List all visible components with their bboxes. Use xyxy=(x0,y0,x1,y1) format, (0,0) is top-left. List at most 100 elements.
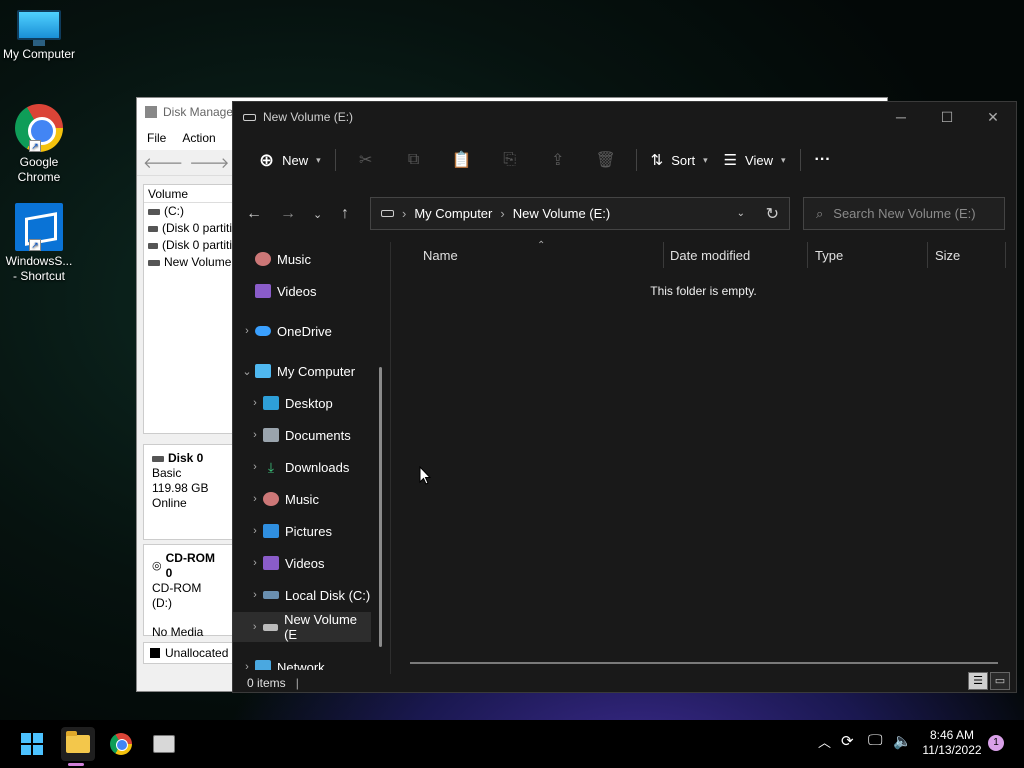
volume-icon[interactable]: 🔈 xyxy=(893,732,912,750)
recent-locations-button[interactable]: ⌄ xyxy=(313,208,322,221)
navigation-scrollbar[interactable] xyxy=(379,367,382,647)
drive-icon xyxy=(148,259,160,266)
column-date-modified[interactable]: Date modified xyxy=(670,248,750,263)
window-controls: ─ ☐ ✕ xyxy=(878,102,1016,132)
nav-item-pictures[interactable]: › Pictures xyxy=(233,516,381,546)
unallocated-swatch xyxy=(150,648,160,658)
rename-icon[interactable]: ⎘ xyxy=(486,151,534,169)
taskbar-file-explorer[interactable] xyxy=(61,727,95,761)
volume-row[interactable]: (C:) xyxy=(144,203,232,220)
chevron-right-icon[interactable]: › xyxy=(247,621,263,633)
chevron-right-icon[interactable]: › xyxy=(247,557,263,569)
show-hidden-icons-icon[interactable]: ︿ xyxy=(818,732,831,751)
nav-item-videos[interactable]: › Videos xyxy=(233,548,381,578)
start-button[interactable] xyxy=(17,729,47,759)
volume-row[interactable]: New Volume xyxy=(144,254,232,271)
disk-management-icon xyxy=(153,735,175,753)
volume-row[interactable]: (Disk 0 partiti xyxy=(144,237,232,254)
chevron-right-icon[interactable]: › xyxy=(247,429,263,441)
address-dropdown-icon[interactable]: ⌄ xyxy=(737,208,745,219)
new-button[interactable]: ⊕ New ▾ xyxy=(251,146,329,174)
chevron-right-icon[interactable]: › xyxy=(247,461,263,473)
close-button[interactable]: ✕ xyxy=(970,102,1016,132)
shortcut-arrow-icon: ↗ xyxy=(29,140,41,152)
forward-button[interactable]: → xyxy=(280,205,296,223)
file-explorer-window[interactable]: New Volume (E:) ─ ☐ ✕ ⊕ New ▾ ✂ ⧉ 📋 ⎘ ⇪ … xyxy=(232,101,1017,693)
search-icon: ⌕ xyxy=(816,205,824,221)
chevron-right-icon[interactable]: › xyxy=(247,493,263,505)
back-button[interactable]: ← xyxy=(246,205,262,223)
cdrom0-info[interactable]: ◎ CD-ROM 0 CD-ROM (D:) No Media xyxy=(143,544,233,639)
navigation-pane[interactable]: Music Videos › OneDrive ⌄ My Computer › … xyxy=(233,242,385,670)
nav-item-onedrive[interactable]: › OneDrive xyxy=(233,316,381,346)
column-size[interactable]: Size xyxy=(935,248,960,263)
sort-button[interactable]: ⇅ Sort ▾ xyxy=(643,145,716,175)
desktop-icon-windows-sandbox[interactable]: ↗ WindowsS... - Shortcut xyxy=(1,203,77,284)
delete-icon[interactable]: 🗑 xyxy=(582,150,630,170)
nav-item-new-volume-e[interactable]: › New Volume (E xyxy=(233,612,371,642)
view-button[interactable]: ☰ View ▾ xyxy=(716,145,794,175)
back-icon[interactable]: 🡐 xyxy=(143,153,183,172)
nav-item-my-computer[interactable]: ⌄ My Computer xyxy=(233,356,381,386)
nav-item-desktop[interactable]: › Desktop xyxy=(233,388,381,418)
menu-action[interactable]: Action xyxy=(182,131,215,145)
shortcut-arrow-icon: ↗ xyxy=(29,239,41,251)
notification-badge[interactable]: 1 xyxy=(988,735,1004,751)
breadcrumb-new-volume[interactable]: New Volume (E:) xyxy=(513,206,611,221)
drive-icon xyxy=(148,242,158,249)
volume-row[interactable]: (Disk 0 partiti xyxy=(144,220,232,237)
chevron-right-icon[interactable]: › xyxy=(247,525,263,537)
share-icon[interactable]: ⇪ xyxy=(534,150,582,170)
maximize-button[interactable]: ☐ xyxy=(924,102,970,132)
chevron-right-icon[interactable]: › xyxy=(239,661,255,670)
up-button[interactable]: ↑ xyxy=(341,205,349,223)
nav-item-music[interactable]: › Music xyxy=(233,484,381,514)
chevron-right-icon[interactable]: › xyxy=(247,397,263,409)
disk0-info[interactable]: Disk 0 Basic 119.98 GB Online xyxy=(143,444,233,540)
breadcrumb-my-computer[interactable]: My Computer xyxy=(414,206,492,221)
item-count: 0 items xyxy=(247,676,286,690)
details-view-button[interactable]: ☰ xyxy=(968,672,988,690)
sync-icon[interactable]: ⟳ xyxy=(841,732,854,750)
refresh-icon[interactable]: ↻ xyxy=(766,204,779,224)
menu-file[interactable]: File xyxy=(147,131,166,145)
cdrom-icon: ◎ xyxy=(152,559,162,572)
taskbar-disk-management[interactable] xyxy=(149,729,179,759)
disk-management-title: Disk Manage xyxy=(163,105,234,119)
forward-icon[interactable]: 🡒 xyxy=(189,153,229,172)
nav-item-videos-quick[interactable]: Videos xyxy=(233,276,381,306)
copy-icon[interactable]: ⧉ xyxy=(390,151,438,169)
address-bar[interactable]: › My Computer › New Volume (E:) ⌄ ↻ xyxy=(370,197,790,230)
desktop-icon-google-chrome[interactable]: ↗ Google Chrome xyxy=(1,104,77,185)
music-icon xyxy=(263,492,279,506)
nav-item-documents[interactable]: › Documents xyxy=(233,420,381,450)
column-name[interactable]: Name xyxy=(423,248,458,263)
nav-item-local-disk-c[interactable]: › Local Disk (C:) xyxy=(233,580,381,610)
horizontal-scrollbar[interactable] xyxy=(410,662,998,664)
drive-icon xyxy=(262,623,279,631)
tiles-view-button[interactable]: ▭ xyxy=(990,672,1010,690)
chevron-down-icon[interactable]: ⌄ xyxy=(239,365,255,378)
column-type[interactable]: Type xyxy=(815,248,843,263)
pane-divider[interactable] xyxy=(390,242,391,674)
monitor-icon xyxy=(255,364,271,378)
chevron-right-icon[interactable]: › xyxy=(239,325,255,337)
nav-item-downloads[interactable]: › ⤓ Downloads xyxy=(233,452,381,482)
taskbar: ︿ ⟳ 🖵 🔈 8:46 AM 11/13/2022 1 xyxy=(0,720,1024,768)
documents-icon xyxy=(263,428,279,442)
paste-icon[interactable]: 📋 xyxy=(438,150,486,170)
clock[interactable]: 8:46 AM 11/13/2022 xyxy=(916,728,988,758)
mouse-cursor-icon xyxy=(419,466,431,485)
nav-item-network[interactable]: › Network xyxy=(233,652,381,670)
clock-time: 8:46 AM xyxy=(929,728,975,742)
minimize-button[interactable]: ─ xyxy=(878,102,924,132)
more-options-button[interactable]: ··· xyxy=(807,145,839,175)
cut-icon[interactable]: ✂ xyxy=(342,150,390,170)
network-icon[interactable]: 🖵 xyxy=(868,732,882,749)
chevron-right-icon[interactable]: › xyxy=(247,589,263,601)
desktop-icon-my-computer[interactable]: My Computer xyxy=(1,10,77,62)
taskbar-chrome[interactable] xyxy=(106,729,136,759)
volume-column-header[interactable]: Volume xyxy=(144,185,232,203)
nav-item-music-quick[interactable]: Music xyxy=(233,244,381,274)
search-box[interactable]: ⌕ Search New Volume (E:) xyxy=(803,197,1005,230)
